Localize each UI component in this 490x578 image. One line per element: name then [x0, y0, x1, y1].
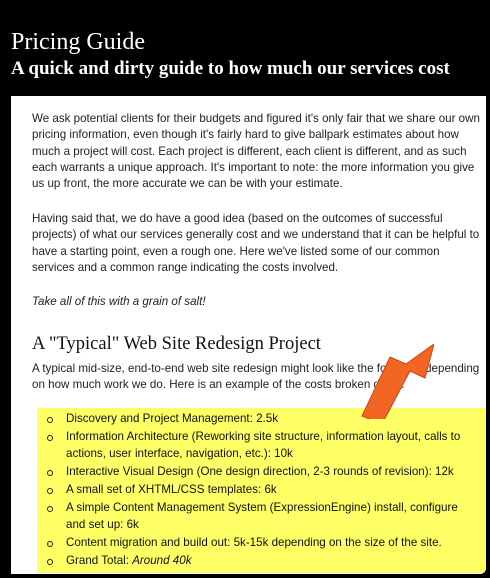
list-item-text: A small set of XHTML/CSS templates: 6k [66, 483, 277, 497]
list-item-text: Discovery and Project Management: 2.5k [66, 412, 279, 425]
list-item: A simple Content Management System (Expr… [47, 500, 479, 533]
list-item: A small set of XHTML/CSS templates: 6k [47, 482, 479, 498]
list-item-text: Interactive Visual Design (One design di… [66, 464, 454, 478]
grand-total-label: Grand Total: [66, 554, 129, 568]
page-title: Pricing Guide [11, 29, 145, 55]
list-item: Interactive Visual Design (One design di… [47, 464, 479, 480]
page-subtitle: A quick and dirty guide to how much our … [11, 58, 450, 79]
list-item: Content migration and build out: 5k-15k … [47, 535, 479, 551]
bullet-icon [47, 435, 53, 442]
intro-paragraph: We ask potential clients for their budge… [32, 112, 480, 191]
page-header: Pricing Guide A quick and dirty guide to… [4, 4, 486, 96]
bullet-icon [47, 541, 53, 548]
list-item-text: Information Architecture (Reworking site… [66, 430, 461, 460]
grand-total-value: Around 40k [132, 554, 192, 568]
bullet-icon [47, 559, 53, 566]
bullet-icon [47, 469, 53, 476]
content-area: We ask potential clients for their budge… [11, 96, 486, 574]
list-item: Information Architecture (Reworking site… [47, 429, 479, 462]
disclaimer-text: Take all of this with a grain of salt! [32, 295, 206, 308]
grand-total-item: Grand Total: Around 40k [47, 553, 479, 569]
orange-arrow-icon [361, 344, 434, 419]
cost-list: Discovery and Project Management: 2.5k I… [47, 411, 479, 572]
bullet-icon [47, 417, 53, 423]
services-paragraph: Having said that, we do have a good idea… [32, 212, 480, 274]
page-frame: Pricing Guide A quick and dirty guide to… [4, 4, 486, 574]
bullet-icon [47, 506, 53, 513]
bullet-icon [47, 488, 53, 495]
section-heading: A "Typical" Web Site Redesign Project [32, 334, 321, 354]
list-item-text: A simple Content Management System (Expr… [66, 501, 458, 531]
list-item-text: Content migration and build out: 5k-15k … [66, 536, 442, 550]
